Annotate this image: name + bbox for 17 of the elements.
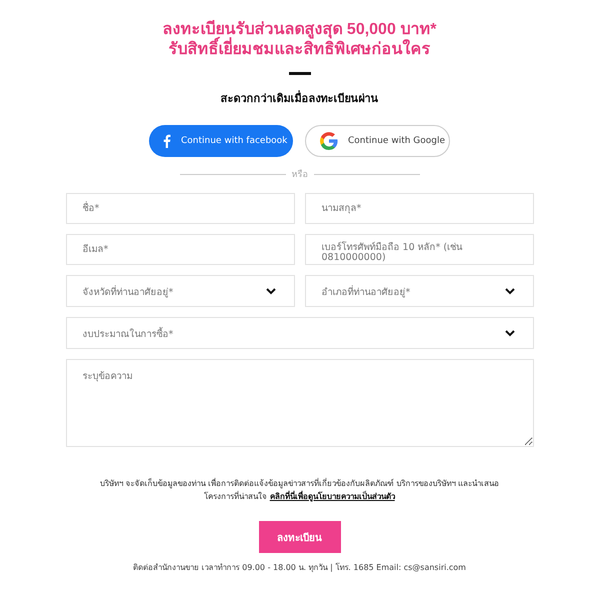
footer-text: ติดต่อสำนักงานขาย เวลาทำการ 09.00 - 18.00 น. ทุกวัน | โทร. 1685 Email: cs@sansiri.com [133,562,466,574]
subtitle: สะดวกกว่าเดิมเมื่อลงทะเบียนผ่าน [220,89,378,107]
divider-label: หรือ [292,168,308,181]
input-field[interactable]: ชื่อ* [66,193,294,224]
google-button[interactable]: Continue with Google [305,125,450,157]
consent-text: บริษัทฯ จะจัดเก็บข้อมูลของท่าน เพื่อการติดต่อแจ้งข้อมูลข่าวสารที่เกี่ยวข้องกับผลิตภัณฑ์ บริการของบริษัทฯ และนำเสนอโครงการที่น่าสนใจ คลิกที่นี่เพื่อดูนโยบายความเป็นส่วนตัว [100,477,500,503]
input-field[interactable]: นามสกุล* [304,193,534,224]
message-field[interactable]: ระบุข้อความ [66,359,534,447]
facebook-button[interactable]: Continue with facebook [149,125,293,157]
privacy-link[interactable]: คลิกที่นี่เพื่อดูนโยบายความเป็นส่วนตัว [270,492,395,501]
heading: ลงทะเบียนรับส่วนลดสูงสุด 50,000 บาท* [162,20,437,39]
dropdown-field[interactable]: งบประมาณในการซื้อ* [66,317,534,349]
input-field[interactable]: เบอร์โทรศัพท์มือถือ 10 หลัก* (เช่น 0810000000) [304,234,534,265]
dropdown-field[interactable]: จังหวัดที่ท่านอาศัยอยู่* [66,275,294,307]
submit-button[interactable]: ลงทะเบียน [258,521,340,553]
input-field[interactable]: อีเมล* [66,234,294,265]
dropdown-field[interactable]: อำเภอที่ท่านอาศัยอยู่* [304,275,534,307]
